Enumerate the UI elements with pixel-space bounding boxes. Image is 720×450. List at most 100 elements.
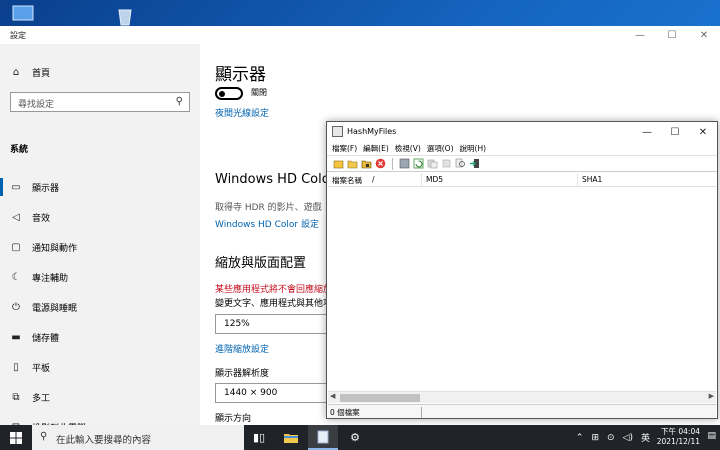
hashmyfiles-window: HashMyFiles — ☐ ✕ 檔案(F) 編輯(E) 檢視(V) 選項(O… — [326, 121, 718, 419]
maximize-button[interactable]: ☐ — [656, 26, 688, 44]
status-file-count: 0 個檔案 — [330, 407, 422, 418]
sidebar-item-notifications[interactable]: ▢ 通知與動作 — [0, 232, 200, 262]
sort-indicator-icon: / — [372, 175, 375, 184]
settings-search-input[interactable]: 尋找設定 ⚲ — [10, 92, 190, 112]
horizontal-scrollbar[interactable]: ◀ ▶ — [328, 391, 716, 403]
sidebar-item-storage[interactable]: ▬ 儲存體 — [0, 322, 200, 352]
search-icon: ⚲ — [175, 96, 183, 107]
sidebar-item-focus-assist[interactable]: ☾ 專注輔助 — [0, 262, 200, 292]
column-header-md5[interactable]: MD5 — [422, 173, 578, 186]
scroll-right-icon[interactable]: ▶ — [709, 392, 714, 400]
desktop-monitor-icon[interactable] — [10, 4, 38, 26]
multitask-icon: ⧉ — [12, 391, 20, 403]
resolution-label: 顯示器解析度 — [215, 369, 270, 379]
settings-window-controls: — ☐ ✕ — [624, 26, 720, 44]
nav-home-label: 首頁 — [32, 69, 51, 79]
toolbar-separator — [392, 157, 393, 170]
refresh-icon[interactable] — [413, 158, 424, 169]
toggle-label: 關閉 — [251, 88, 267, 97]
menu-view[interactable]: 檢視(V) — [394, 142, 426, 155]
find-icon[interactable] — [455, 158, 466, 169]
menu-file[interactable]: 檔案(F) — [331, 142, 362, 155]
minimize-button[interactable]: — — [633, 122, 661, 142]
hdr-heading: Windows HD Color — [215, 172, 336, 187]
hashmyfiles-taskbar-icon[interactable] — [308, 425, 338, 450]
moon-icon: ☾ — [11, 271, 21, 283]
nav-home[interactable]: ⌂ 首頁 — [10, 66, 50, 79]
search-placeholder: 尋找設定 — [18, 100, 55, 110]
input-language-indicator[interactable]: 英 — [641, 431, 650, 444]
file-explorer-icon[interactable] — [276, 425, 306, 450]
sidebar-item-label: 顯示器 — [32, 183, 60, 194]
exit-icon[interactable] — [469, 158, 480, 169]
menu-edit[interactable]: 編輯(E) — [362, 142, 394, 155]
network-icon[interactable]: ⊞ — [591, 433, 599, 443]
add-files-icon[interactable] — [333, 158, 344, 169]
start-button[interactable] — [0, 425, 32, 450]
menu-options[interactable]: 選項(O) — [426, 142, 459, 155]
sidebar-item-display[interactable]: ▭ 顯示器 — [0, 172, 200, 202]
save-icon[interactable] — [399, 158, 410, 169]
scrollbar-thumb[interactable] — [340, 394, 420, 402]
file-list-header: 檔案名稱 / MD5 SHA1 — [328, 173, 716, 187]
column-header-label: SHA1 — [582, 175, 603, 184]
ime-mode-icon[interactable]: ⊙ — [607, 433, 615, 443]
sidebar-item-sound[interactable]: ◁ 音效 — [0, 202, 200, 232]
sidebar-item-label: 平板 — [32, 363, 51, 374]
open-folder-icon[interactable] — [347, 158, 358, 169]
close-button[interactable]: ✕ — [689, 122, 717, 142]
add-folder-icon[interactable] — [361, 158, 372, 169]
column-header-filename[interactable]: 檔案名稱 / — [328, 173, 422, 186]
copy-icon[interactable] — [427, 158, 438, 169]
properties-icon[interactable] — [441, 158, 452, 169]
tablet-icon: ▯ — [13, 361, 19, 373]
volume-icon[interactable]: ◁) — [623, 433, 633, 443]
settings-sidebar: ⌂ 首頁 尋找設定 ⚲ 系統 ▭ 顯示器 ◁ 音效 ▢ 通知與動作 ☾ 專注輔助 — [0, 44, 200, 434]
advanced-scaling-link[interactable]: 進階縮放設定 — [215, 342, 269, 355]
maximize-button[interactable]: ☐ — [661, 122, 689, 142]
close-button[interactable]: ✕ — [688, 26, 720, 44]
hdr-toggle[interactable] — [215, 87, 243, 100]
hashmyfiles-title: HashMyFiles — [347, 127, 397, 136]
page-title: 顯示器 — [215, 65, 266, 85]
hashmyfiles-toolbar — [327, 155, 717, 172]
night-light-settings-link[interactable]: 夜間光線設定 — [215, 106, 269, 119]
storage-icon: ▬ — [11, 331, 21, 343]
scale-description: 變更文字、應用程式與其他項 — [215, 299, 333, 309]
speaker-icon: ◁ — [12, 211, 20, 223]
column-header-label: MD5 — [426, 175, 444, 184]
hdr-settings-link[interactable]: Windows HD Color 設定 — [215, 217, 319, 230]
windows-logo-icon — [10, 431, 22, 444]
sidebar-item-power[interactable]: ⏻ 電源與睡眠 — [0, 292, 200, 322]
clock-date: 2021/12/11 — [656, 437, 700, 446]
settings-window-title: 設定 — [10, 31, 26, 40]
taskbar-clock[interactable]: 下午 04:04 2021/12/11 — [657, 427, 700, 447]
file-list[interactable] — [328, 188, 716, 391]
sidebar-item-multitasking[interactable]: ⧉ 多工 — [0, 382, 200, 412]
task-view-icon[interactable]: ▮▯ — [244, 425, 274, 450]
delete-icon[interactable] — [375, 158, 386, 169]
settings-gear-icon[interactable]: ⚙ — [340, 425, 370, 450]
sidebar-item-label: 通知與動作 — [32, 243, 78, 254]
minimize-button[interactable]: — — [624, 26, 656, 44]
clock-time: 下午 04:04 — [661, 427, 700, 436]
recycle-bin-icon[interactable] — [112, 4, 140, 26]
sidebar-item-label: 多工 — [32, 393, 51, 404]
notification-icon: ▢ — [11, 241, 21, 253]
power-icon: ⏻ — [12, 301, 20, 313]
menu-help[interactable]: 說明(H) — [459, 142, 492, 155]
nav-list: ▭ 顯示器 ◁ 音效 ▢ 通知與動作 ☾ 專注輔助 ⏻ 電源與睡眠 ▬ 儲存體 — [0, 172, 200, 442]
hashmyfiles-titlebar: HashMyFiles — ☐ ✕ — [327, 122, 717, 142]
scroll-left-icon[interactable]: ◀ — [330, 392, 335, 400]
system-tray: ⌃ ⊞ ⊙ ◁) 英 — [576, 425, 650, 450]
monitor-icon: ▭ — [11, 181, 21, 193]
search-icon: ⚲ — [40, 431, 48, 442]
taskbar-search-placeholder: 在此輸入要搜尋的內容 — [56, 435, 152, 446]
show-hidden-icons-icon[interactable]: ⌃ — [576, 433, 584, 443]
home-icon: ⌂ — [12, 67, 20, 78]
hashmyfiles-menubar: 檔案(F) 編輯(E) 檢視(V) 選項(O) 說明(H) — [327, 142, 717, 155]
taskbar-search-box[interactable]: ⚲ 在此輸入要搜尋的內容 — [32, 425, 244, 450]
notification-center-icon[interactable]: ▤ — [707, 431, 716, 441]
sidebar-item-tablet[interactable]: ▯ 平板 — [0, 352, 200, 382]
column-header-sha1[interactable]: SHA1 — [578, 173, 716, 186]
